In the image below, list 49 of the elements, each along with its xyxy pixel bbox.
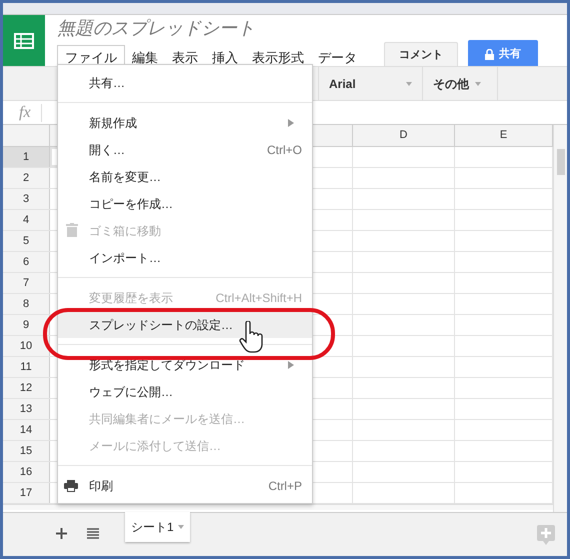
caret-icon (406, 82, 412, 86)
row-header[interactable]: 2 (3, 168, 50, 188)
menu-item[interactable]: 印刷 Ctrl+P (58, 472, 312, 499)
row-header[interactable]: 3 (3, 189, 50, 209)
menu-item[interactable]: コピーを作成… (58, 190, 312, 217)
comment-button[interactable]: コメント (384, 42, 458, 68)
row-header[interactable]: 7 (3, 273, 50, 293)
menu-item[interactable]: 名前を変更… (58, 163, 312, 190)
row-header[interactable]: 8 (3, 294, 50, 314)
printer-icon (64, 480, 78, 492)
row-header[interactable]: 11 (3, 357, 50, 377)
row-header[interactable]: 5 (3, 231, 50, 251)
menu-item[interactable]: 共有… (58, 69, 312, 96)
row-header[interactable]: 17 (3, 483, 50, 503)
menu-item[interactable]: 新規作成 (58, 109, 312, 136)
scrollbar-thumb[interactable] (556, 149, 564, 175)
row-header[interactable]: 10 (3, 336, 50, 356)
row-header[interactable]: 4 (3, 210, 50, 230)
row-header[interactable]: 9 (3, 315, 50, 335)
menu-item[interactable]: スプレッドシートの設定… (58, 311, 312, 338)
row-header[interactable]: 15 (3, 441, 50, 461)
list-icon (87, 528, 99, 538)
column-header[interactable]: D (400, 127, 408, 144)
sheet-tab[interactable]: シート1 (125, 512, 190, 542)
row-header[interactable]: 1 (3, 147, 50, 167)
row-header[interactable]: 13 (3, 399, 50, 419)
menu-item[interactable]: 形式を指定してダウンロード (58, 351, 312, 378)
font-dropdown[interactable]: Arial (318, 67, 423, 100)
row-header[interactable]: 6 (3, 252, 50, 272)
formula-label: fx (19, 104, 42, 122)
menu-item[interactable]: インポート… (58, 244, 312, 271)
trash-icon (66, 223, 78, 237)
menu-bar-item[interactable]: データ (311, 45, 364, 70)
row-header[interactable]: 16 (3, 462, 50, 482)
hand-cursor-icon (239, 321, 263, 353)
app-logo[interactable] (3, 15, 45, 66)
menu-item[interactable]: ウェブに公開… (58, 378, 312, 405)
menu-item[interactable]: 開く… Ctrl+O (58, 136, 312, 163)
add-sheet-button[interactable] (53, 525, 69, 541)
row-header[interactable]: 14 (3, 420, 50, 440)
lock-icon (485, 48, 494, 60)
grid-icon (14, 32, 34, 48)
document-title[interactable]: 無題のスプレッドシート (57, 16, 567, 40)
plus-icon (56, 528, 66, 538)
more-dropdown[interactable]: その他 (423, 67, 498, 100)
caret-icon (475, 82, 481, 86)
caret-icon (178, 525, 184, 529)
column-header[interactable]: E (500, 127, 508, 144)
row-header[interactable]: 12 (3, 378, 50, 398)
